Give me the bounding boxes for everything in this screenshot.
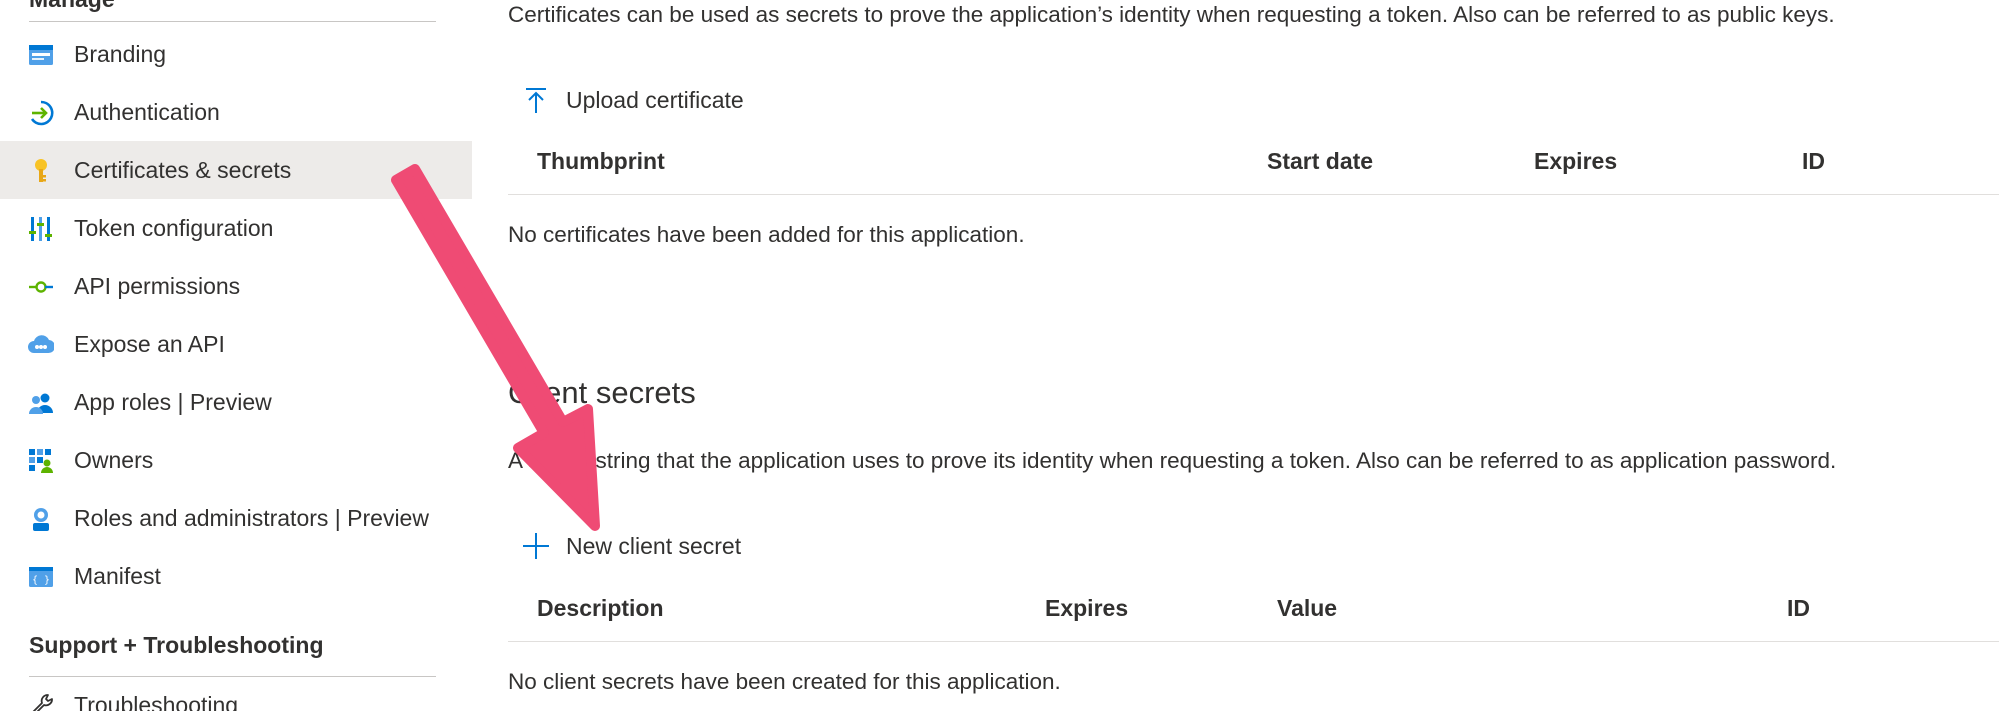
wrench-icon bbox=[32, 694, 53, 711]
sidebar-item-branding[interactable]: Branding bbox=[0, 25, 472, 83]
column-header-id[interactable]: ID bbox=[1802, 148, 1825, 175]
column-header-start-date[interactable]: Start date bbox=[1267, 148, 1373, 175]
main-content: Certificates can be used as secrets to p… bbox=[472, 0, 1999, 711]
sidebar-item-token-configuration[interactable]: Token configuration bbox=[0, 199, 472, 257]
column-header-expires[interactable]: Expires bbox=[1045, 595, 1128, 622]
sidebar-item-manifest[interactable]: { } Manifest bbox=[0, 547, 472, 605]
cloud-icon bbox=[28, 335, 54, 354]
column-header-thumbprint[interactable]: Thumbprint bbox=[537, 148, 665, 175]
sidebar-item-label: Owners bbox=[74, 446, 154, 473]
column-header-id[interactable]: ID bbox=[1787, 595, 1810, 622]
sidebar-item-authentication[interactable]: Authentication bbox=[0, 83, 472, 141]
users-icon bbox=[29, 393, 53, 414]
column-header-description[interactable]: Description bbox=[537, 595, 664, 622]
column-header-expires[interactable]: Expires bbox=[1534, 148, 1617, 175]
key-icon bbox=[35, 159, 47, 182]
sidebar-item-troubleshooting[interactable]: Troubleshooting bbox=[0, 676, 472, 711]
new-client-secret-label: New client secret bbox=[566, 532, 742, 559]
sidebar: Manage Branding Authentication Certifica… bbox=[0, 0, 472, 711]
sidebar-item-app-roles[interactable]: App roles | Preview bbox=[0, 373, 472, 431]
token-configuration-icon bbox=[29, 217, 52, 241]
sidebar-item-label: Certificates & secrets bbox=[74, 156, 292, 183]
client-secrets-title: Client secrets bbox=[508, 375, 696, 410]
admin-icon bbox=[33, 508, 49, 531]
sidebar-item-certificates-secrets[interactable]: Certificates & secrets bbox=[0, 141, 472, 199]
sidebar-item-expose-an-api[interactable]: Expose an API bbox=[0, 315, 472, 373]
sidebar-item-roles-administrators[interactable]: Roles and administrators | Preview bbox=[0, 489, 472, 547]
certificates-description: Certificates can be used as secrets to p… bbox=[508, 2, 1835, 27]
new-client-secret-button[interactable]: New client secret bbox=[522, 526, 741, 566]
sidebar-item-label: Manifest bbox=[74, 562, 161, 589]
branding-icon bbox=[29, 45, 53, 65]
sidebar-item-label: Roles and administrators | Preview bbox=[74, 504, 429, 531]
authentication-icon bbox=[30, 100, 54, 126]
sidebar-item-label: Authentication bbox=[74, 98, 220, 125]
upload-icon bbox=[526, 88, 546, 113]
certificates-empty-text: No certificates have been added for this… bbox=[508, 222, 1025, 247]
table-divider bbox=[508, 641, 1999, 642]
support-heading: Support + Troubleshooting bbox=[29, 632, 324, 658]
manage-heading: Manage bbox=[29, 0, 115, 13]
upload-certificate-label: Upload certificate bbox=[566, 86, 744, 113]
upload-certificate-button[interactable]: Upload certificate bbox=[522, 80, 744, 120]
api-permissions-icon bbox=[29, 281, 53, 293]
manifest-icon: { } bbox=[29, 567, 53, 587]
sidebar-item-label: App roles | Preview bbox=[74, 388, 272, 415]
sidebar-item-label: Branding bbox=[74, 40, 167, 67]
svg-text:{ }: { } bbox=[32, 575, 50, 586]
column-header-value[interactable]: Value bbox=[1277, 595, 1337, 622]
plus-icon bbox=[523, 533, 549, 559]
owners-icon bbox=[29, 449, 53, 473]
sidebar-item-label: API permissions bbox=[74, 272, 241, 299]
sidebar-item-label: Token configuration bbox=[74, 214, 274, 241]
sidebar-item-api-permissions[interactable]: API permissions bbox=[0, 257, 472, 315]
client-secrets-empty-text: No client secrets have been created for … bbox=[508, 669, 1061, 694]
sidebar-item-owners[interactable]: Owners bbox=[0, 431, 472, 489]
sidebar-item-label: Troubleshooting bbox=[74, 691, 239, 711]
sidebar-divider bbox=[29, 21, 436, 22]
sidebar-item-label: Expose an API bbox=[74, 330, 225, 357]
table-divider bbox=[508, 194, 1999, 195]
client-secrets-description: A secret string that the application use… bbox=[508, 448, 1837, 473]
